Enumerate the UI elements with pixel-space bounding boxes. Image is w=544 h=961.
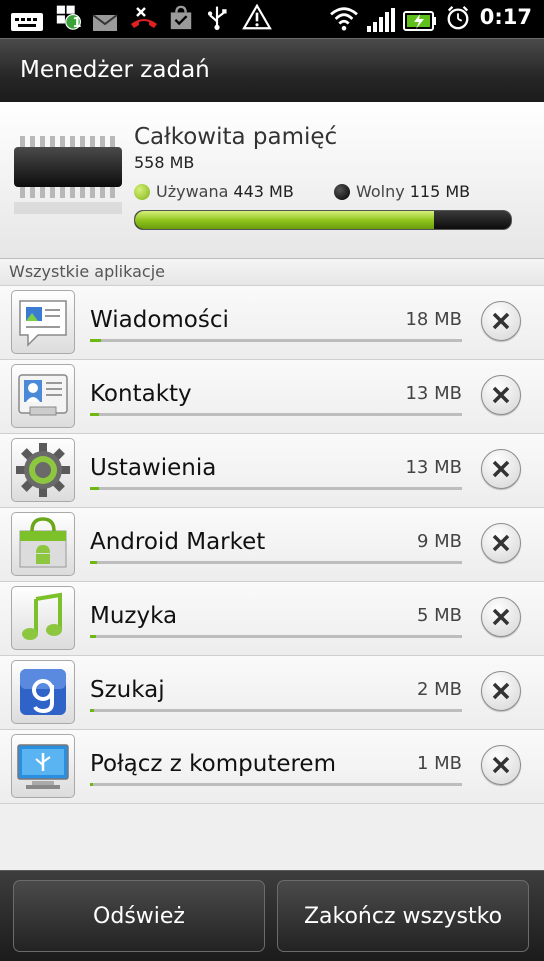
close-icon [492, 534, 510, 552]
close-icon [492, 312, 510, 330]
memory-title: Całkowita pamięć [134, 124, 338, 150]
section-header: Wszystkie aplikacje [0, 259, 544, 286]
app-name: Ustawienia [90, 455, 217, 481]
page-title: Menedżer zadań [20, 57, 210, 83]
android-market-icon [11, 512, 75, 576]
settings-gear-icon [11, 438, 75, 502]
notification-badge: 1 [72, 16, 82, 31]
close-app-button[interactable] [481, 523, 521, 563]
close-app-button[interactable] [481, 597, 521, 637]
memory-total: 558 MB [134, 153, 195, 172]
close-app-button[interactable] [481, 449, 521, 489]
mail-icon [92, 14, 118, 31]
app-size: 9 MB [416, 531, 462, 552]
app-memory-bar [90, 635, 462, 638]
app-size: 13 MB [405, 383, 462, 404]
app-name: Połącz z komputerem [90, 751, 336, 777]
clock-time: 0:17 [479, 5, 532, 29]
close-app-button[interactable] [481, 375, 521, 415]
memory-usage-bar [134, 210, 512, 230]
app-name: Android Market [90, 529, 266, 555]
app-memory-bar [90, 339, 462, 342]
app-name: Kontakty [90, 381, 192, 407]
wifi-icon [330, 7, 358, 31]
close-icon [492, 756, 510, 774]
app-name: Muzyka [90, 603, 178, 629]
warning-icon [242, 4, 272, 30]
app-memory-fill [90, 413, 100, 416]
app-row[interactable]: Połącz z komputerem 1 MB [0, 730, 544, 804]
close-icon [492, 608, 510, 626]
used-label: Używana [156, 182, 229, 201]
usb-icon [207, 6, 227, 30]
app-row[interactable]: Szukaj 2 MB [0, 656, 544, 730]
connect-pc-icon [11, 734, 75, 798]
end-all-button[interactable]: Zakończ wszystko [277, 880, 529, 952]
app-memory-fill [90, 487, 100, 490]
close-icon [492, 682, 510, 700]
free-legend: Wolny 115 MB [334, 182, 470, 201]
close-icon [492, 386, 510, 404]
app-list: Wiadomości 18 MB Kontakty 13 MB Ustawien… [0, 286, 544, 804]
app-row[interactable]: Wiadomości 18 MB [0, 286, 544, 360]
status-bar: 1 0:17 [0, 0, 544, 38]
app-memory-bar [90, 561, 462, 564]
messages-icon [11, 290, 75, 354]
close-icon [492, 460, 510, 478]
app-size: 13 MB [405, 457, 462, 478]
refresh-button[interactable]: Odśwież [13, 880, 265, 952]
app-size: 2 MB [416, 679, 462, 700]
memory-chip-icon [14, 136, 122, 214]
app-size: 1 MB [416, 753, 462, 774]
free-label: Wolny [356, 182, 405, 201]
app-memory-fill [90, 783, 93, 786]
close-app-button[interactable] [481, 301, 521, 341]
app-memory-fill [90, 561, 98, 564]
app-memory-fill [90, 709, 94, 712]
app-memory-bar [90, 487, 462, 490]
app-row[interactable]: Muzyka 5 MB [0, 582, 544, 656]
battery-charging-icon [403, 11, 436, 31]
keyboard-icon [11, 13, 43, 31]
alarm-icon [447, 6, 469, 30]
free-value: 115 MB [409, 182, 471, 201]
app-memory-bar [90, 709, 462, 712]
app-size: 5 MB [416, 605, 462, 626]
app-row[interactable]: Ustawienia 13 MB [0, 434, 544, 508]
used-value: 443 MB [233, 182, 294, 201]
bottom-button-bar: Odśwież Zakończ wszystko [0, 870, 544, 961]
app-row[interactable]: Android Market 9 MB [0, 508, 544, 582]
signal-icon [367, 8, 395, 32]
music-note-icon [11, 586, 75, 650]
memory-usage-fill [135, 211, 434, 229]
missed-call-icon [131, 7, 157, 28]
close-app-button[interactable] [481, 745, 521, 785]
market-bag-icon [170, 5, 192, 30]
app-size: 18 MB [405, 309, 462, 330]
memory-panel: Całkowita pamięć 558 MB Używana 443 MB W… [0, 102, 544, 259]
app-memory-fill [90, 339, 102, 342]
app-name: Szukaj [90, 677, 165, 703]
title-bar: Menedżer zadań [0, 38, 544, 103]
google-search-icon [11, 660, 75, 724]
close-app-button[interactable] [481, 671, 521, 711]
app-memory-fill [90, 635, 96, 638]
used-legend: Używana 443 MB [134, 182, 294, 201]
contacts-icon [11, 364, 75, 428]
app-memory-bar [90, 413, 462, 416]
used-dot-icon [134, 183, 150, 200]
app-memory-bar [90, 783, 462, 786]
free-dot-icon [334, 183, 350, 200]
app-list-area: Wszystkie aplikacje Wiadomości 18 MB Kon… [0, 259, 544, 870]
app-row[interactable]: Kontakty 13 MB [0, 360, 544, 434]
app-name: Wiadomości [90, 307, 229, 333]
